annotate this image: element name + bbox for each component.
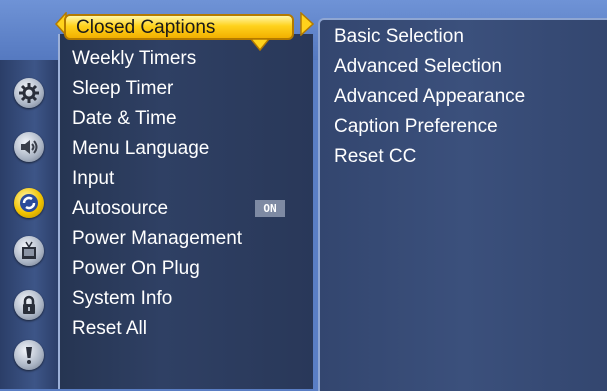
category-icon-rail [0,60,59,389]
menu-item-input[interactable]: Input [72,164,242,194]
menu-item-menu-language[interactable]: Menu Language [72,134,242,164]
closed-captions-submenu: Basic Selection Advanced Selection Advan… [334,22,525,172]
menu-item-system-info[interactable]: System Info [72,284,242,314]
gear-icon[interactable] [14,78,44,108]
menu-item-autosource[interactable]: Autosource ON [72,194,285,224]
submenu-item-caption-preference[interactable]: Caption Preference [334,112,525,142]
menu-item-reset-all[interactable]: Reset All [72,314,242,344]
chevron-down-icon[interactable] [250,38,270,51]
submenu-item-advanced-appearance[interactable]: Advanced Appearance [334,82,525,112]
menu-item-weekly-timers[interactable]: Weekly Timers [72,44,242,74]
setup-menu-list: Closed Captions Weekly Timers Sleep Time… [64,14,294,344]
speaker-icon[interactable] [14,132,44,162]
menu-item-sleep-timer[interactable]: Sleep Timer [72,74,242,104]
lock-icon[interactable] [14,290,44,320]
right-arrow-icon[interactable] [300,12,314,36]
menu-item-date-time[interactable]: Date & Time [72,104,242,134]
menu-item-closed-captions[interactable]: Closed Captions [64,14,294,40]
setup-icon[interactable] [14,188,44,218]
autosource-status-badge: ON [255,200,285,217]
tv-icon[interactable] [14,236,44,266]
submenu-item-reset-cc[interactable]: Reset CC [334,142,525,172]
info-icon[interactable] [14,340,44,370]
menu-item-label: Autosource [72,198,169,219]
menu-item-power-on-plug[interactable]: Power On Plug [72,254,242,284]
menu-item-power-management[interactable]: Power Management [72,224,242,254]
submenu-item-advanced-selection[interactable]: Advanced Selection [334,52,525,82]
submenu-item-basic-selection[interactable]: Basic Selection [334,22,525,52]
